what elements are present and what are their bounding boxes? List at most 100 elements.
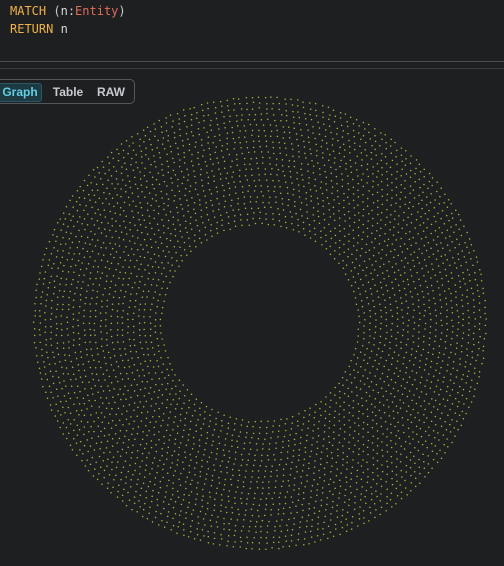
graph-node[interactable]	[379, 401, 381, 404]
graph-node[interactable]	[333, 481, 335, 483]
graph-node[interactable]	[313, 472, 315, 475]
graph-node[interactable]	[484, 299, 486, 302]
graph-node[interactable]	[365, 489, 368, 492]
graph-node[interactable]	[390, 138, 392, 141]
graph-node[interactable]	[162, 419, 164, 422]
graph-node[interactable]	[333, 162, 336, 164]
graph-node[interactable]	[215, 417, 217, 420]
graph-node[interactable]	[245, 141, 248, 143]
graph-node[interactable]	[405, 464, 408, 467]
graph-node[interactable]	[153, 253, 156, 255]
graph-node[interactable]	[376, 368, 378, 370]
graph-node[interactable]	[154, 128, 157, 130]
graph-node[interactable]	[180, 510, 182, 512]
graph-node[interactable]	[458, 228, 460, 230]
graph-node[interactable]	[134, 176, 136, 179]
graph-node[interactable]	[418, 202, 420, 205]
graph-node[interactable]	[245, 436, 247, 438]
graph-node[interactable]	[352, 459, 354, 461]
graph-node[interactable]	[406, 395, 409, 398]
graph-node[interactable]	[386, 451, 389, 453]
graph-node[interactable]	[228, 528, 231, 531]
graph-node[interactable]	[200, 434, 203, 436]
graph-node[interactable]	[87, 263, 90, 265]
graph-node[interactable]	[165, 429, 168, 432]
graph-node[interactable]	[142, 369, 144, 371]
graph-node[interactable]	[279, 492, 282, 494]
graph-node[interactable]	[139, 363, 142, 365]
graph-node[interactable]	[208, 147, 211, 150]
graph-node[interactable]	[52, 351, 54, 353]
graph-node[interactable]	[78, 312, 80, 314]
graph-node[interactable]	[381, 138, 383, 140]
graph-node[interactable]	[350, 270, 352, 272]
graph-node[interactable]	[402, 362, 404, 365]
graph-node[interactable]	[94, 399, 96, 402]
graph-node[interactable]	[84, 388, 86, 390]
graph-node[interactable]	[115, 413, 117, 416]
graph-node[interactable]	[226, 471, 228, 474]
graph-node[interactable]	[211, 170, 213, 172]
graph-node[interactable]	[282, 512, 285, 515]
graph-node[interactable]	[89, 341, 91, 343]
graph-node[interactable]	[112, 275, 115, 277]
graph-node[interactable]	[202, 423, 205, 425]
graph-node[interactable]	[230, 166, 232, 168]
graph-node[interactable]	[418, 324, 420, 327]
graph-node[interactable]	[278, 108, 280, 111]
graph-node[interactable]	[348, 145, 351, 148]
graph-node[interactable]	[92, 289, 94, 292]
graph-node[interactable]	[374, 326, 377, 328]
graph-node[interactable]	[404, 440, 407, 443]
graph-node[interactable]	[390, 432, 392, 434]
graph-node[interactable]	[348, 217, 351, 219]
graph-node[interactable]	[418, 278, 420, 281]
graph-node[interactable]	[384, 232, 386, 235]
graph-node[interactable]	[271, 465, 273, 467]
graph-node[interactable]	[414, 287, 417, 289]
graph-node[interactable]	[269, 156, 271, 159]
graph-node[interactable]	[344, 431, 346, 433]
graph-node[interactable]	[246, 541, 249, 544]
graph-node[interactable]	[352, 237, 355, 239]
graph-node[interactable]	[191, 153, 193, 156]
graph-node[interactable]	[382, 395, 385, 398]
graph-node[interactable]	[121, 494, 124, 496]
graph-node[interactable]	[466, 269, 469, 271]
graph-node[interactable]	[389, 303, 392, 305]
graph-node[interactable]	[328, 483, 330, 486]
graph-node[interactable]	[48, 385, 51, 388]
graph-node[interactable]	[244, 514, 246, 516]
graph-node[interactable]	[268, 448, 270, 450]
graph-node[interactable]	[157, 491, 160, 494]
graph-node[interactable]	[379, 335, 382, 338]
graph-node[interactable]	[324, 515, 326, 518]
graph-node[interactable]	[314, 411, 316, 414]
graph-node[interactable]	[82, 397, 85, 399]
graph-node[interactable]	[78, 240, 81, 243]
graph-node[interactable]	[163, 208, 165, 211]
graph-node[interactable]	[329, 392, 332, 394]
graph-node[interactable]	[443, 201, 445, 204]
graph-node[interactable]	[160, 356, 162, 359]
graph-node[interactable]	[186, 168, 188, 171]
graph-node[interactable]	[204, 161, 207, 163]
graph-node[interactable]	[342, 384, 344, 386]
graph-node[interactable]	[77, 281, 79, 283]
graph-node[interactable]	[240, 502, 243, 504]
graph-node[interactable]	[366, 408, 369, 410]
graph-node[interactable]	[188, 406, 190, 409]
graph-node[interactable]	[366, 423, 369, 426]
graph-node[interactable]	[233, 428, 236, 431]
graph-node[interactable]	[111, 183, 113, 185]
graph-node[interactable]	[98, 284, 101, 286]
graph-node[interactable]	[219, 178, 222, 180]
graph-node[interactable]	[416, 293, 419, 295]
graph-node[interactable]	[378, 252, 380, 254]
graph-node[interactable]	[446, 309, 448, 312]
graph-node[interactable]	[178, 397, 181, 400]
graph-node[interactable]	[320, 457, 322, 460]
graph-node[interactable]	[357, 226, 360, 229]
graph-node[interactable]	[73, 418, 75, 421]
graph-node[interactable]	[467, 341, 470, 344]
